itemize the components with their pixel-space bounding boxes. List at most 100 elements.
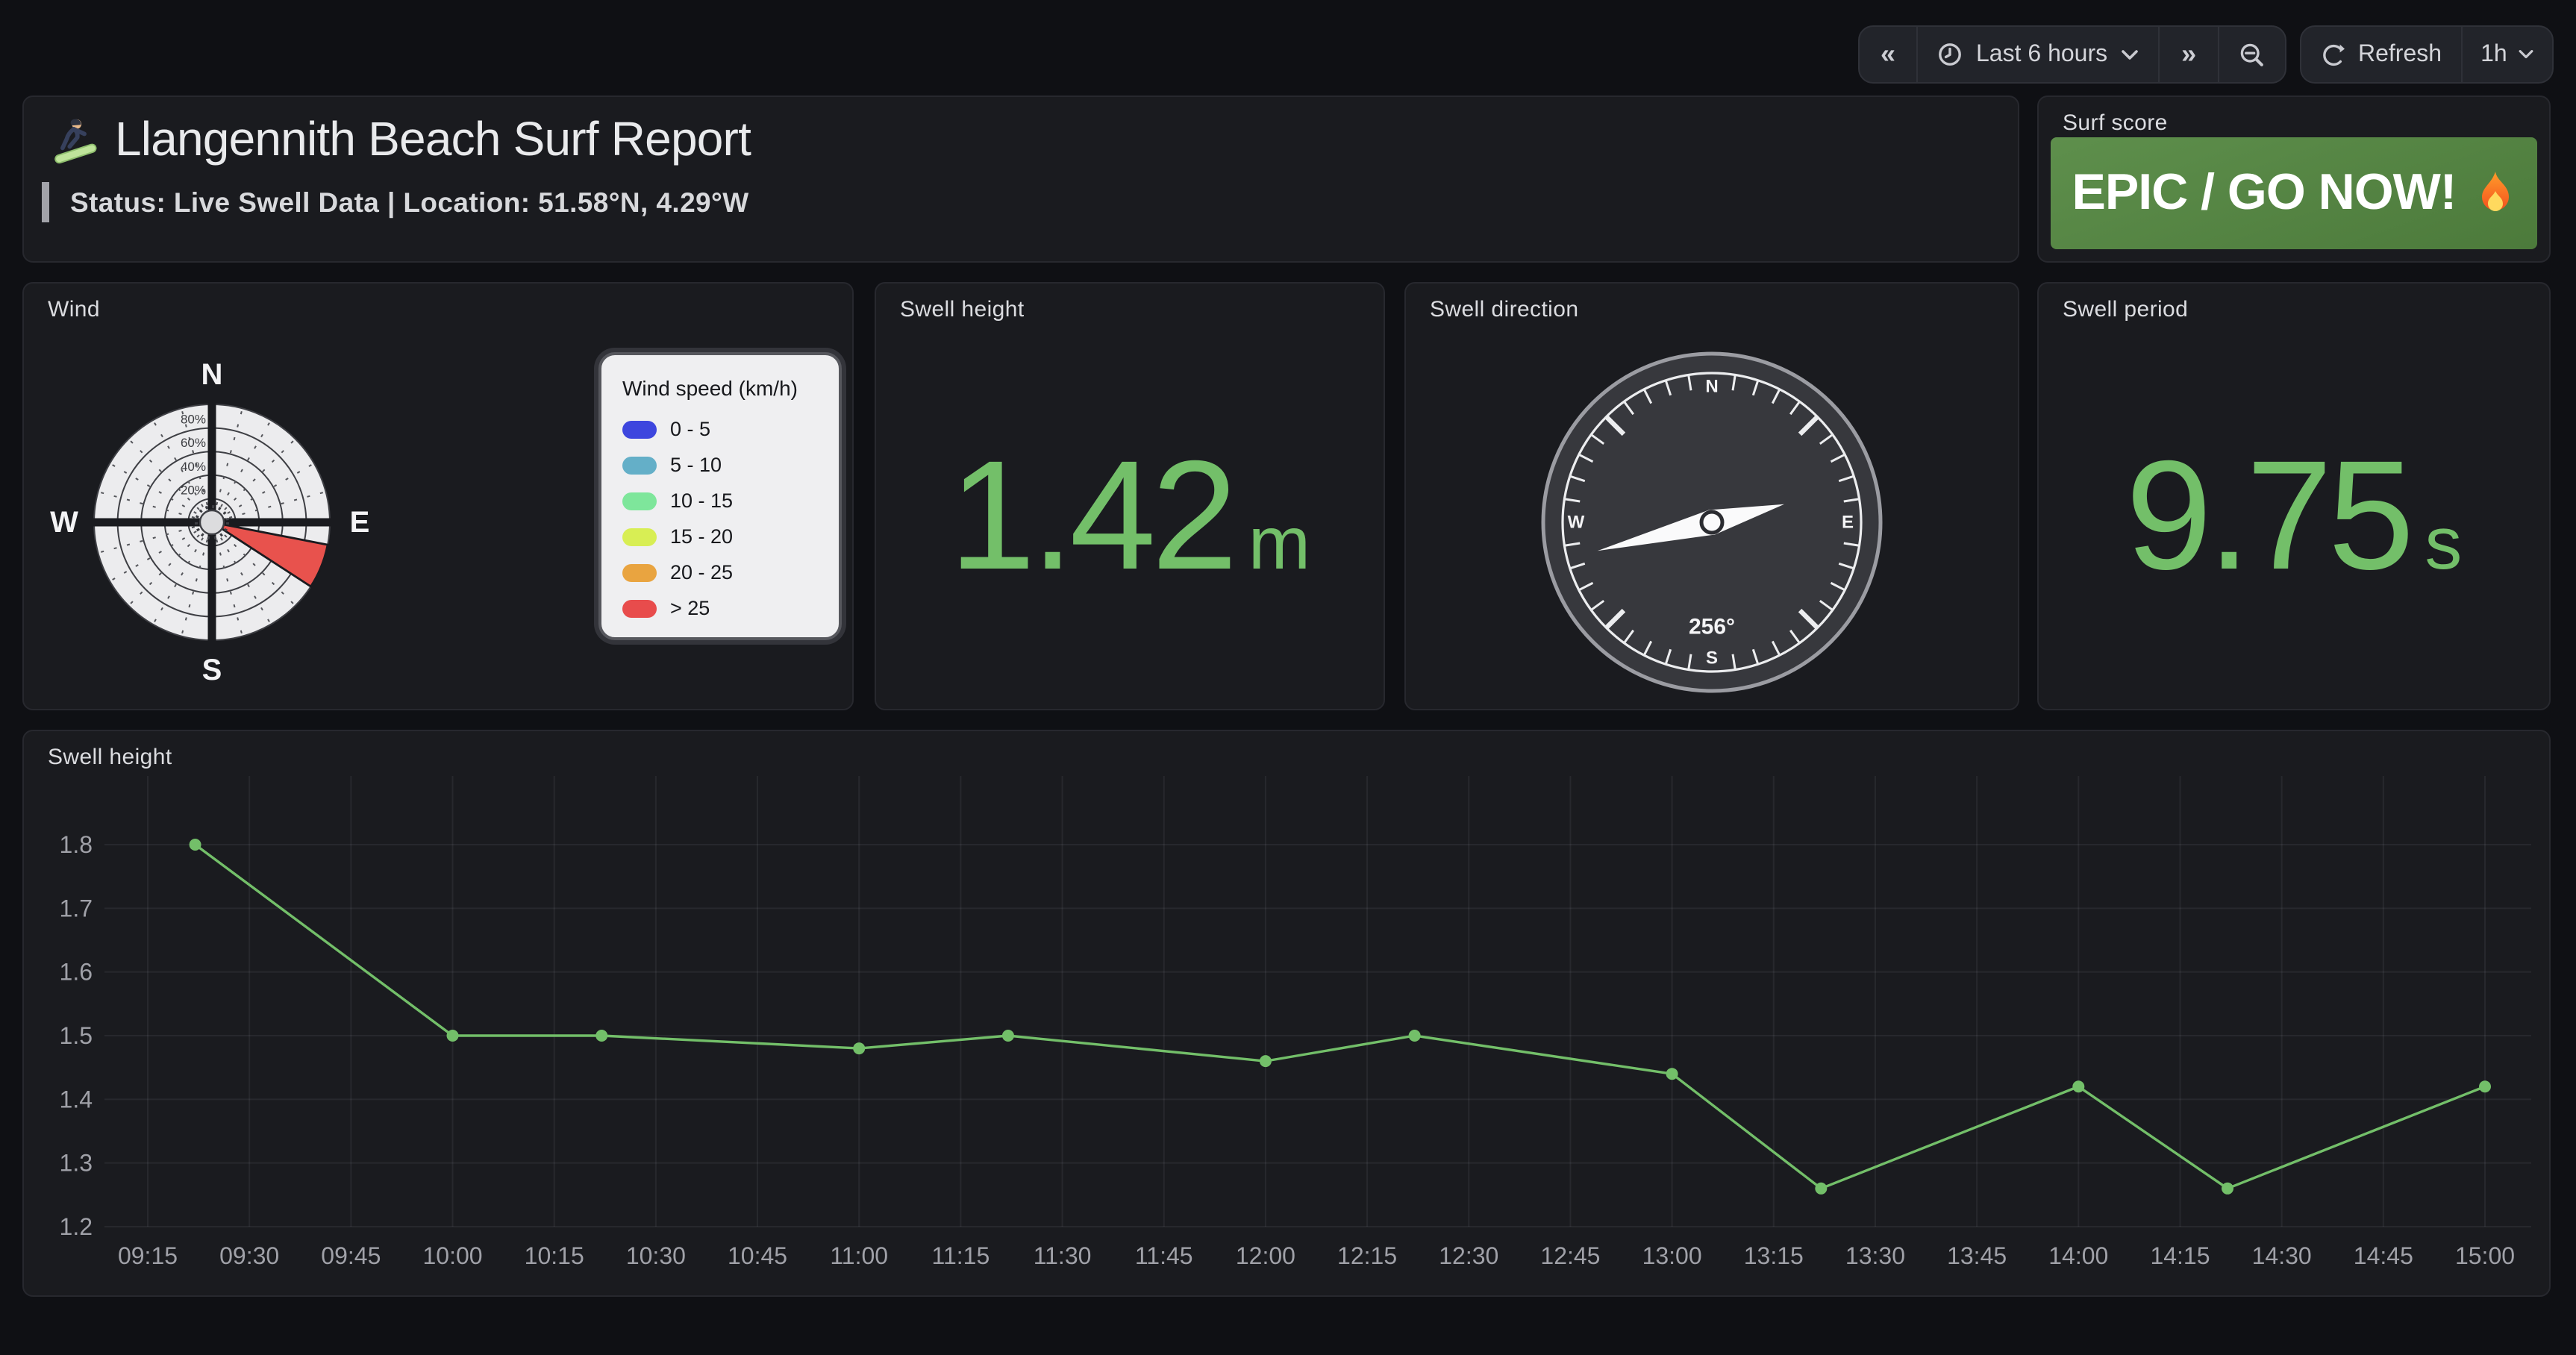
panel-title: Swell direction: [1430, 297, 1578, 322]
x-axis-tick-label: 12:45: [1540, 1242, 1600, 1269]
x-axis-tick-label: 12:00: [1236, 1242, 1295, 1269]
x-axis-tick-label: 15:00: [2455, 1242, 2515, 1269]
x-axis-tick-label: 09:30: [219, 1242, 279, 1269]
y-axis-tick-label: 1.7: [60, 895, 93, 921]
panel-title: Surf score: [2063, 110, 2168, 136]
swell-direction-panel: Swell direction NESW256°: [1404, 282, 2019, 710]
y-axis-tick-label: 1.2: [60, 1213, 93, 1240]
swell-height-unit: m: [1248, 500, 1310, 586]
x-axis-tick-label: 13:00: [1642, 1242, 1702, 1269]
x-axis-tick-label: 10:00: [422, 1242, 482, 1269]
page-title: Llangennith Beach Surf Report: [115, 112, 751, 167]
legend-item: 20 - 25: [622, 561, 818, 583]
ring-label: 40%: [181, 460, 206, 474]
fire-emoji-icon: [2474, 169, 2516, 217]
swell-height-stat-panel: Swell height 1.42 m: [875, 282, 1385, 710]
legend-item: 5 - 10: [622, 454, 818, 476]
y-axis-tick-label: 1.8: [60, 831, 93, 858]
compass-gauge: NESW256°: [1406, 284, 2018, 709]
refresh-interval-label: 1h: [2480, 41, 2507, 68]
x-axis-tick-label: 10:15: [525, 1242, 584, 1269]
legend-items: 0 - 5 5 - 10 10 - 15 15 - 20 20 - 25 > 25: [622, 418, 818, 619]
data-point: [2222, 1183, 2233, 1195]
panel-title: Swell height: [48, 745, 172, 770]
legend-label: 10 - 15: [670, 489, 733, 512]
chevron-down-icon: [2518, 49, 2534, 60]
x-axis-tick-label: 13:15: [1744, 1242, 1804, 1269]
cardinal-label: W: [50, 506, 78, 539]
legend-item: 0 - 5: [622, 418, 818, 440]
ring-label: 80%: [181, 413, 206, 427]
swell-height-timeseries-panel: Swell height 09:15 09:30 09:45 10:00 10:15 10…: [22, 730, 2551, 1297]
swell-period-value: 9.75: [2126, 428, 2410, 606]
zoom-out-time-button[interactable]: [2219, 27, 2285, 82]
x-axis-tick-label: 11:30: [1034, 1242, 1092, 1269]
surf-score-value: EPIC / GO NOW!: [2072, 164, 2457, 222]
legend-item: 10 - 15: [622, 489, 818, 512]
cardinal-label: N: [1705, 377, 1718, 397]
refresh-button[interactable]: Refresh: [2301, 27, 2463, 82]
data-point: [595, 1030, 607, 1042]
legend-swatch: [622, 528, 657, 545]
cardinal-label: E: [1842, 513, 1854, 533]
surfer-emoji-icon: [48, 114, 99, 165]
page-title-row: Llangennith Beach Surf Report: [48, 112, 751, 167]
timeseries-chart[interactable]: 09:1509:3009:4510:0010:1510:3010:4511:00…: [24, 731, 2549, 1295]
wind-legend: Wind speed (km/h) 0 - 55 - 1010 - 1515 -…: [598, 352, 842, 640]
legend-label: 15 - 20: [670, 525, 733, 548]
time-range-label: Last 6 hours: [1976, 41, 2107, 68]
time-shift-forward-button[interactable]: »: [2160, 27, 2219, 82]
data-point: [1260, 1055, 1272, 1067]
legend-label: 5 - 10: [670, 454, 722, 476]
x-axis-tick-label: 14:45: [2354, 1242, 2413, 1269]
surf-score-banner: EPIC / GO NOW!: [2051, 137, 2537, 249]
x-axis-tick-label: 10:45: [728, 1242, 787, 1269]
data-point: [447, 1030, 459, 1042]
time-range-button[interactable]: Last 6 hours: [1918, 27, 2160, 82]
swell-period-stat-panel: Swell period 9.75 s: [2037, 282, 2551, 710]
cardinal-label: S: [1706, 648, 1718, 669]
zoom-out-magnifier-icon: [2239, 41, 2266, 68]
legend-label: > 25: [670, 597, 710, 619]
legend-label: 0 - 5: [670, 418, 710, 440]
y-axis-tick-label: 1.3: [60, 1150, 93, 1177]
panel-title: Wind: [48, 297, 100, 322]
x-axis-tick-label: 14:30: [2252, 1242, 2312, 1269]
clock-icon: [1937, 42, 1963, 67]
swell-height-value: 1.42: [949, 428, 1234, 606]
legend-swatch: [622, 563, 657, 581]
status-blockquote: Status: Live Swell Data | Location: 51.5…: [42, 182, 749, 222]
cardinal-label: N: [201, 358, 223, 391]
x-axis-tick-label: 09:15: [118, 1242, 178, 1269]
panel-title: Swell height: [900, 297, 1025, 322]
legend-swatch: [622, 599, 657, 617]
double-chevron-right-icon: »: [2181, 39, 2196, 70]
refresh-interval-button[interactable]: 1h: [2463, 27, 2552, 82]
refresh-label: Refresh: [2358, 41, 2442, 68]
ring-label: 60%: [181, 436, 206, 450]
data-point: [853, 1042, 865, 1054]
x-axis-tick-label: 13:45: [1947, 1242, 2007, 1269]
data-point: [2479, 1080, 2491, 1092]
time-picker-group: « Last 6 hours »: [1858, 25, 2286, 84]
y-axis-tick-label: 1.6: [60, 959, 93, 986]
legend-label: 20 - 25: [670, 561, 733, 583]
legend-swatch: [622, 456, 657, 474]
stat-value-wrap: 1.42 m: [876, 284, 1384, 709]
stat-value-wrap: 9.75 s: [2039, 284, 2549, 709]
header-panel: Llangennith Beach Surf Report Status: Li…: [22, 96, 2019, 263]
cardinal-label: E: [350, 506, 370, 539]
series-line: [196, 845, 2485, 1189]
chevron-down-icon: [2121, 48, 2139, 60]
data-point: [1666, 1068, 1678, 1080]
legend-item: 15 - 20: [622, 525, 818, 548]
data-point: [190, 839, 201, 851]
x-axis-tick-label: 14:15: [2150, 1242, 2210, 1269]
x-axis-tick-label: 11:15: [932, 1242, 990, 1269]
x-axis-tick-label: 09:45: [321, 1242, 381, 1269]
data-point: [1002, 1030, 1014, 1042]
panel-title: Swell period: [2063, 297, 2188, 322]
y-axis-tick-label: 1.4: [60, 1086, 93, 1113]
time-shift-back-button[interactable]: «: [1860, 27, 1918, 82]
data-point: [1409, 1030, 1421, 1042]
